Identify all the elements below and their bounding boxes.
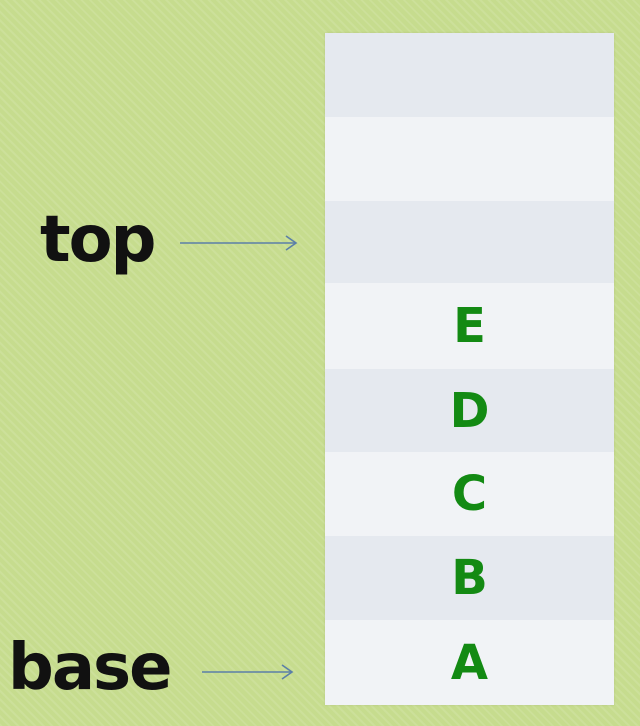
stack: E D C B A [325, 33, 614, 705]
top-arrow-icon [180, 235, 298, 251]
stack-cell-empty-2 [325, 117, 614, 201]
stack-cell-b: B [325, 536, 614, 620]
stack-cell-d: D [325, 369, 614, 452]
top-pointer-label: top [40, 203, 156, 277]
base-pointer-label: base [8, 631, 172, 705]
stack-cell-empty-3 [325, 201, 614, 283]
base-arrow-icon [202, 664, 294, 680]
stack-cell-c: C [325, 452, 614, 536]
stack-cell-e: E [325, 283, 614, 369]
stack-cell-a: A [325, 620, 614, 705]
stack-cell-empty-1 [325, 33, 614, 117]
